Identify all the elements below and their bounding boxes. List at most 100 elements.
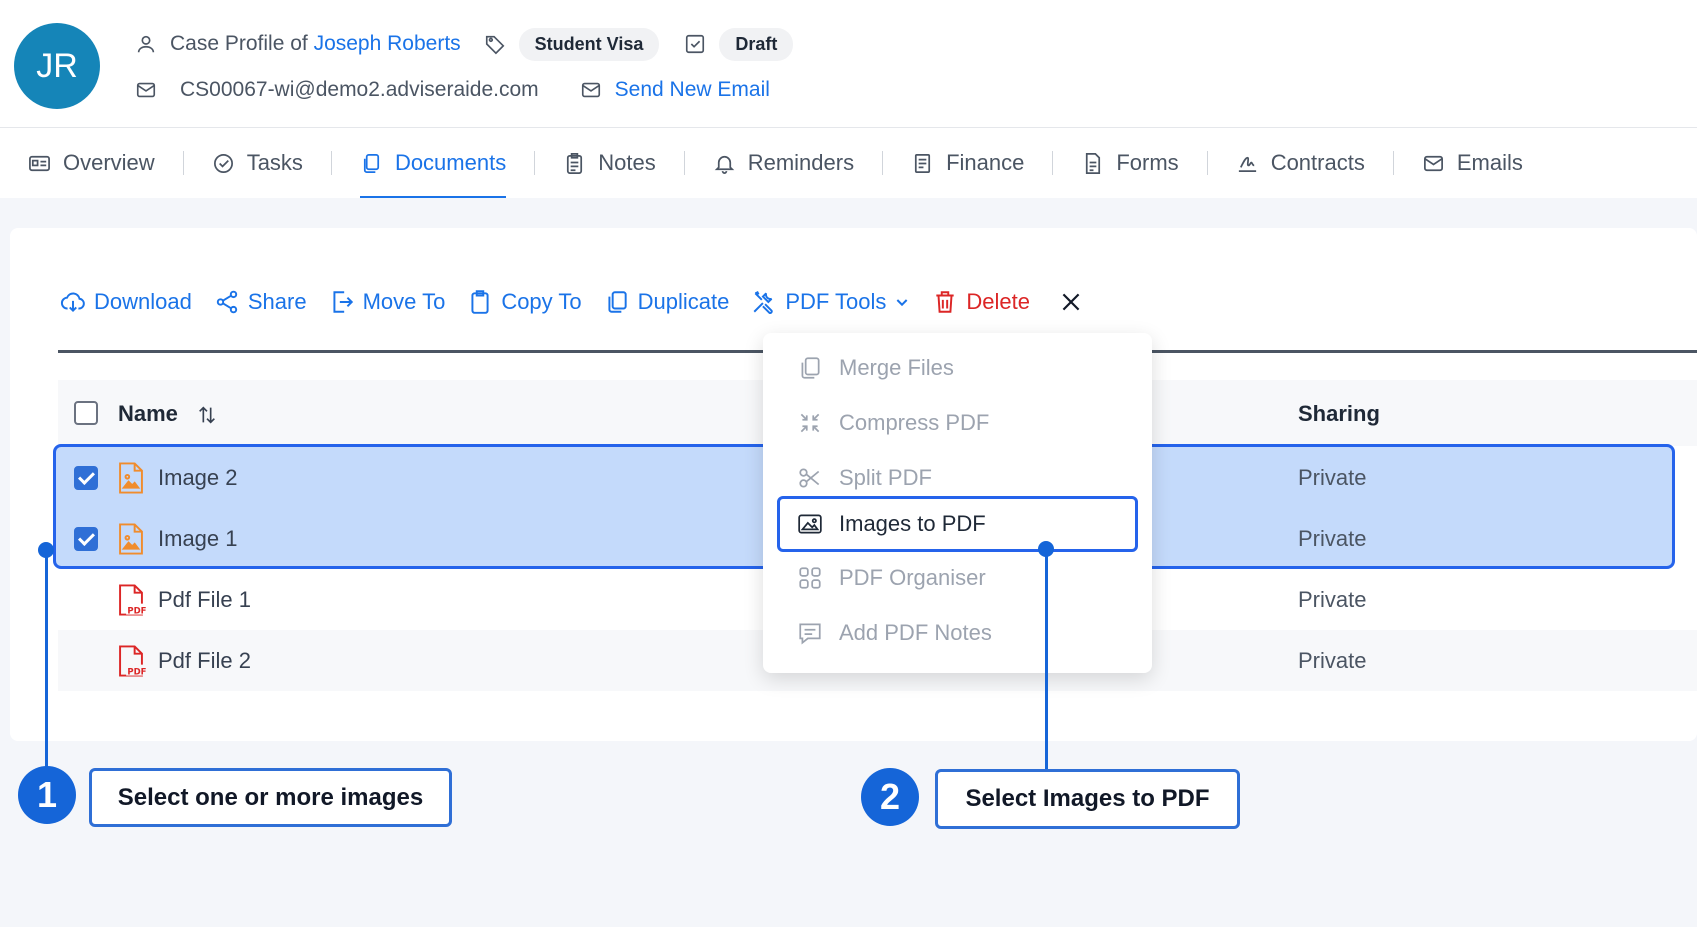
callout-1-badge: 1	[18, 766, 76, 824]
column-header-sharing: Sharing	[1298, 401, 1380, 426]
tab-divider	[683, 151, 685, 175]
cloud-download-icon	[60, 292, 85, 313]
tab-label: Reminders	[747, 150, 855, 175]
file-name[interactable]: Pdf File 2	[158, 630, 251, 691]
file-name[interactable]: Image 2	[158, 447, 238, 508]
menu-item-label: PDF Organiser	[839, 565, 986, 590]
row-checkbox[interactable]	[74, 526, 98, 551]
id-card-icon	[29, 155, 50, 171]
delete-button[interactable]: Delete	[932, 289, 1030, 315]
menu-item-label: Images to PDF	[839, 511, 986, 536]
share-label: Share	[247, 289, 307, 314]
callout-1-box: Select one or more images	[89, 768, 452, 827]
email-row: CS00067-wi@demo2.adviseraide.com Send Ne…	[134, 72, 770, 108]
tab-divider	[330, 151, 332, 175]
pdf-file-icon: PDF	[119, 644, 146, 677]
tab-emails[interactable]: Emails	[1422, 128, 1523, 198]
tab-label: Forms	[1116, 150, 1179, 175]
sharing-value: Private	[1298, 647, 1367, 673]
menu-item-label: Split PDF	[839, 465, 932, 490]
pdf-tools-menu: Merge Files Compress PDF Split PDF Image…	[763, 333, 1152, 673]
clipboard-icon	[471, 290, 489, 314]
sharing-value: Private	[1298, 525, 1367, 551]
tab-finance[interactable]: Finance	[911, 128, 1024, 198]
send-new-email-link[interactable]: Send New Email	[615, 78, 770, 102]
client-name-link[interactable]: Joseph Roberts	[314, 32, 461, 56]
case-header: JR Case Profile of Joseph Roberts Studen…	[0, 0, 1697, 128]
svg-text:PDF: PDF	[127, 606, 146, 616]
callout-2-connector	[1045, 549, 1048, 769]
select-all-checkbox[interactable]	[74, 401, 98, 425]
tab-documents[interactable]: Documents	[359, 128, 507, 198]
pdf-file-icon: PDF	[119, 583, 146, 616]
tab-label: Contracts	[1270, 150, 1365, 175]
trash-icon	[936, 291, 955, 313]
sort-icon[interactable]	[196, 404, 218, 426]
visa-tag: Student Visa	[518, 27, 660, 61]
file-name[interactable]: Pdf File 1	[158, 569, 251, 630]
download-button[interactable]: Download	[60, 289, 192, 315]
duplicate-button[interactable]: Duplicate	[604, 289, 730, 315]
menu-item-label: Merge Files	[839, 355, 954, 380]
case-profile-label: Case Profile of	[170, 32, 308, 55]
pdf-tools-dropdown[interactable]: PDF Tools	[751, 289, 910, 315]
row-checkbox[interactable]	[74, 465, 98, 490]
mail-icon	[134, 78, 158, 102]
image-file-icon	[119, 461, 143, 494]
sharing-value: Private	[1298, 464, 1367, 490]
tab-label: Emails	[1456, 150, 1523, 175]
tab-overview[interactable]: Overview	[28, 128, 155, 198]
menu-item-merge-files[interactable]: Merge Files	[777, 342, 1138, 394]
image-file-icon	[119, 522, 143, 555]
move-to-button[interactable]: Move To	[329, 289, 446, 315]
user-icon	[134, 32, 158, 56]
case-profile-row: Case Profile of Joseph Roberts Student V…	[134, 26, 794, 62]
tab-label: Overview	[63, 150, 155, 175]
signature-icon	[1238, 156, 1256, 172]
move-to-label: Move To	[362, 289, 446, 314]
download-label: Download	[94, 289, 192, 314]
file-text-icon	[1086, 152, 1101, 174]
menu-item-images-to-pdf[interactable]: Images to PDF	[777, 496, 1138, 552]
tab-label: Documents	[394, 150, 507, 175]
callout-1-connector	[45, 550, 48, 768]
checkbox-status-icon	[683, 32, 707, 56]
tab-divider	[882, 151, 884, 175]
tab-contracts[interactable]: Contracts	[1236, 128, 1365, 198]
menu-item-pdf-organiser[interactable]: PDF Organiser	[777, 552, 1138, 604]
tab-divider	[182, 151, 184, 175]
file-name[interactable]: Image 1	[158, 508, 238, 569]
mail-icon	[1423, 155, 1443, 171]
copy-to-button[interactable]: Copy To	[467, 289, 582, 315]
copy-to-label: Copy To	[501, 289, 582, 314]
tools-icon	[753, 290, 774, 314]
duplicate-label: Duplicate	[637, 289, 730, 314]
share-button[interactable]: Share	[214, 289, 307, 315]
menu-item-compress-pdf[interactable]: Compress PDF	[777, 397, 1138, 449]
clipboard-icon	[567, 152, 583, 174]
tab-tasks[interactable]: Tasks	[212, 128, 303, 198]
bell-icon	[714, 155, 734, 174]
move-icon	[333, 291, 353, 313]
documents-toolbar: Download Share Move To Copy To Duplicate…	[60, 282, 1106, 322]
tab-notes[interactable]: Notes	[563, 128, 656, 198]
tab-divider	[534, 151, 536, 175]
chevron-down-icon	[897, 299, 908, 307]
tab-forms[interactable]: Forms	[1081, 128, 1179, 198]
tab-divider	[1206, 151, 1208, 175]
sharing-value: Private	[1298, 586, 1367, 612]
compress-icon	[800, 413, 820, 433]
column-header-name[interactable]: Name	[118, 401, 218, 427]
menu-item-add-pdf-notes[interactable]: Add PDF Notes	[777, 607, 1138, 659]
close-selection-button[interactable]	[1058, 289, 1084, 315]
send-mail-icon	[579, 78, 603, 102]
tab-reminders[interactable]: Reminders	[713, 128, 854, 198]
tag-icon	[483, 32, 507, 56]
check-circle-icon	[213, 153, 233, 173]
menu-item-label: Add PDF Notes	[839, 620, 992, 645]
status-badge: Draft	[719, 27, 794, 61]
tab-divider	[1052, 151, 1054, 175]
tab-label: Tasks	[246, 150, 303, 175]
avatar: JR	[14, 23, 100, 109]
tab-divider	[1392, 151, 1394, 175]
